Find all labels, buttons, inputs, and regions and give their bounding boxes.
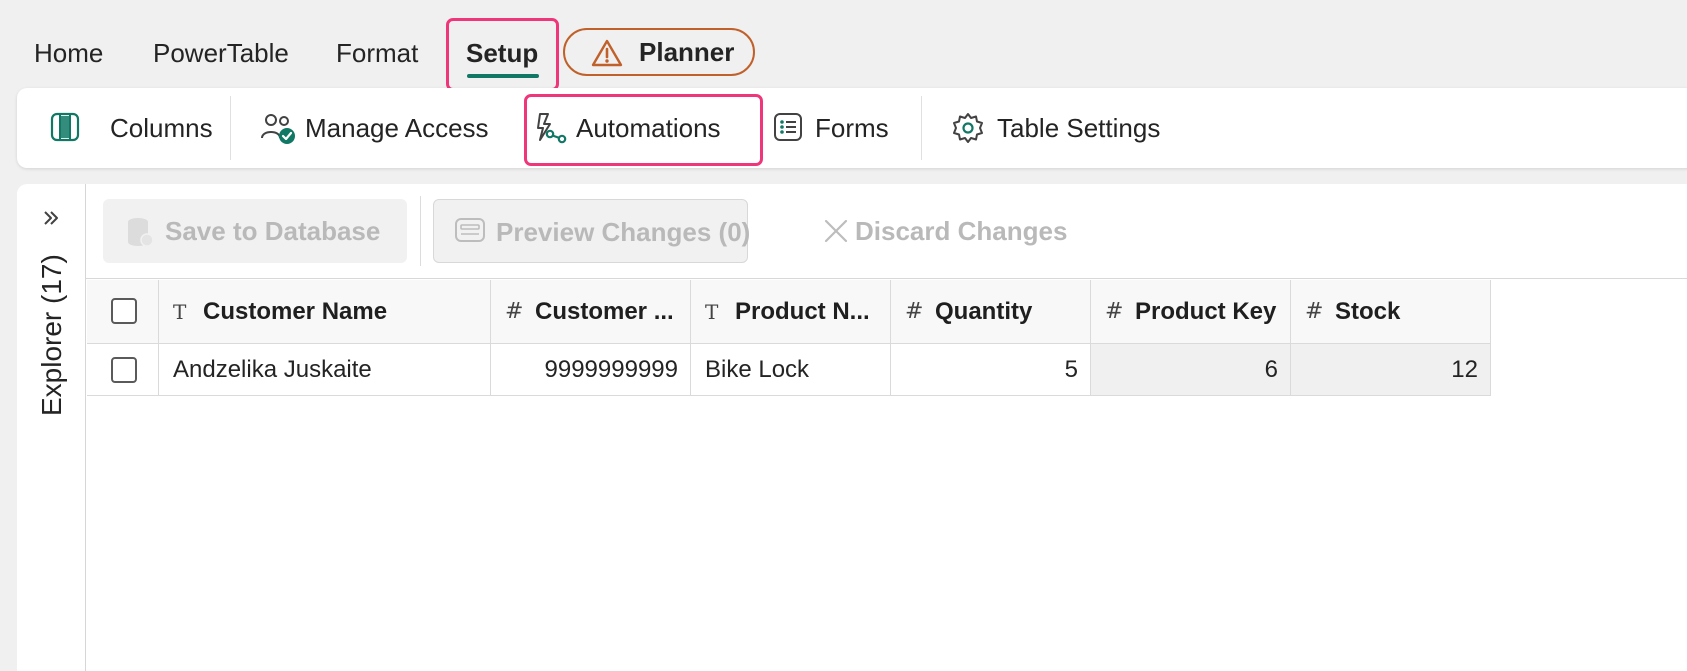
tab-format[interactable]: Format	[336, 30, 418, 76]
table-cell-readonly[interactable]: 6	[1091, 344, 1291, 396]
highlight-automations	[524, 94, 763, 166]
save-to-database-button[interactable]: Save to Database	[103, 199, 407, 263]
ribbon-toolbar: Columns Manage Access Automations Forms …	[17, 88, 1687, 168]
toolbar-divider	[420, 196, 421, 266]
table-settings-button[interactable]: Table Settings	[952, 88, 1182, 168]
menu-bar: Home PowerTable Format Setup Planner	[0, 0, 1687, 91]
main-panel: Explorer (17) Save to Database Preview C…	[17, 184, 1687, 671]
column-header-label: Stock	[1335, 298, 1401, 325]
close-icon	[824, 219, 848, 243]
table-settings-label: Table Settings	[997, 113, 1161, 143]
manage-access-label: Manage Access	[305, 113, 489, 143]
column-header-label: Product N...	[735, 298, 870, 325]
row-checkbox[interactable]	[111, 357, 137, 383]
text-type-icon: T	[705, 300, 719, 324]
column-header-label: Product Key	[1135, 298, 1277, 325]
toolbar-bottom-border	[86, 278, 1687, 279]
ribbon-divider	[921, 96, 922, 160]
tab-powertable[interactable]: PowerTable	[153, 30, 289, 76]
column-header-label: Customer ...	[535, 298, 674, 325]
cell-value: Bike Lock	[705, 356, 810, 383]
cell-value: 6	[1264, 356, 1278, 383]
preview-changes-button[interactable]: Preview Changes (0)	[433, 199, 751, 263]
column-header-label: Quantity	[935, 298, 1033, 325]
manage-access-button[interactable]: Manage Access	[260, 88, 520, 168]
discard-changes-label: Discard Changes	[855, 216, 1068, 246]
number-type-icon: #	[1105, 299, 1124, 324]
table-cell[interactable]: Bike Lock	[691, 344, 891, 396]
cell-value: 12	[1451, 356, 1478, 383]
columns-label: Columns	[110, 113, 213, 143]
number-type-icon: #	[1305, 299, 1324, 324]
explorer-label: Explorer (17)	[36, 254, 67, 416]
planner-label: Planner	[639, 37, 735, 67]
columns-icon	[50, 112, 80, 142]
database-icon	[128, 218, 154, 247]
preview-changes-label: Preview Changes (0)	[496, 217, 751, 247]
discard-changes-button[interactable]: Discard Changes	[799, 199, 1079, 263]
column-header-customer-id[interactable]: # Customer ...	[491, 280, 691, 344]
highlight-setup-tab	[446, 18, 559, 91]
select-all-checkbox[interactable]	[111, 298, 137, 324]
ribbon-divider	[230, 96, 231, 160]
table-cell-readonly[interactable]: 12	[1291, 344, 1491, 396]
people-check-icon	[261, 114, 295, 144]
gear-icon	[953, 113, 983, 143]
column-header-product-key[interactable]: # Product Key	[1091, 280, 1291, 344]
cell-value: 9999999999	[544, 356, 678, 383]
columns-button[interactable]: Columns	[50, 88, 230, 168]
warning-triangle-icon	[591, 39, 623, 67]
forms-label: Forms	[815, 113, 889, 143]
column-header-label: Customer Name	[203, 298, 388, 325]
table-cell[interactable]: 5	[891, 344, 1091, 396]
cell-value: 5	[1064, 356, 1078, 383]
row-select-cell	[87, 344, 159, 396]
column-header-customer-name[interactable]: T Customer Name	[159, 280, 491, 344]
number-type-icon: #	[905, 299, 924, 324]
save-to-database-label: Save to Database	[165, 216, 381, 246]
select-all-cell	[87, 280, 159, 344]
column-header-quantity[interactable]: # Quantity	[891, 280, 1091, 344]
explorer-rail[interactable]: Explorer (17)	[17, 184, 86, 671]
number-type-icon: #	[505, 299, 524, 324]
text-type-icon: T	[173, 300, 187, 324]
tab-home[interactable]: Home	[34, 30, 103, 76]
preview-icon	[455, 218, 485, 242]
column-header-stock[interactable]: # Stock	[1291, 280, 1491, 344]
column-header-product-name[interactable]: T Product N...	[691, 280, 891, 344]
chevron-double-right-icon[interactable]	[41, 208, 61, 228]
forms-button[interactable]: Forms	[773, 88, 903, 168]
table-cell[interactable]: 9999999999	[491, 344, 691, 396]
planner-button[interactable]: Planner	[563, 28, 755, 76]
table-cell[interactable]: Andzelika Juskaite	[159, 344, 491, 396]
form-list-icon	[774, 113, 802, 141]
cell-value: Andzelika Juskaite	[173, 356, 372, 383]
